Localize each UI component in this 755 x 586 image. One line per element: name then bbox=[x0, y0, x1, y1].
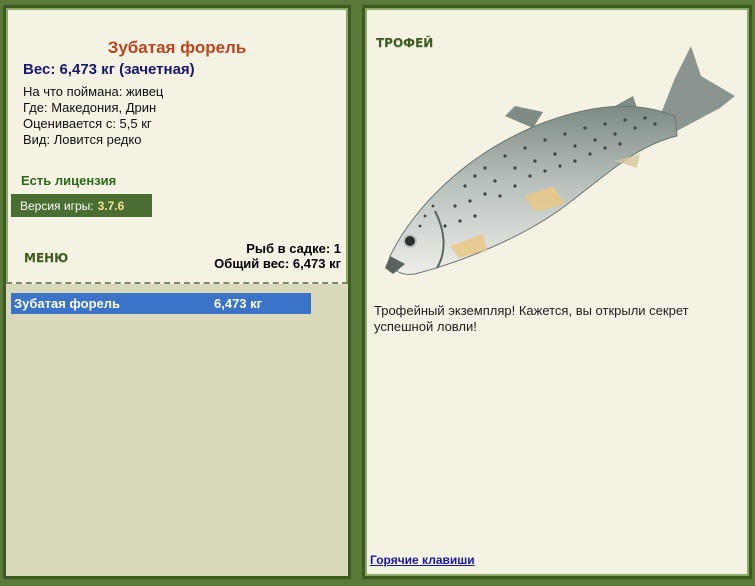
version-box: Версия игры: 3.7.6 bbox=[11, 194, 152, 217]
location-info: Где: Македония, Дрин bbox=[23, 100, 157, 115]
keepnet-count: Рыб в садке: 1 bbox=[246, 241, 341, 256]
catch-list: Зубатая форель 6,473 кг bbox=[6, 284, 348, 576]
bait-info: На что поймана: живец bbox=[23, 84, 164, 99]
version-number: 3.7.6 bbox=[97, 198, 125, 213]
license-status: Есть лицензия bbox=[21, 173, 117, 188]
trophy-message: Трофейный экземпляр! Кажется, вы открыли… bbox=[374, 303, 689, 334]
catch-row-weight: 6,473 кг bbox=[214, 296, 263, 311]
fish-name-title: Зубатая форель bbox=[107, 38, 247, 57]
trophy-label: ТРОФЕЙ bbox=[376, 36, 434, 50]
menu-button[interactable]: МЕНЮ bbox=[24, 251, 68, 265]
keepnet-stats: Рыб в садке: 1 Общий вес: 6,473 кг bbox=[214, 241, 341, 271]
hotkeys-link[interactable]: Горячие клавиши bbox=[370, 553, 475, 567]
version-label: Версия игры: bbox=[20, 198, 94, 213]
catch-row-name: Зубатая форель bbox=[14, 296, 120, 311]
trout-image bbox=[385, 46, 735, 275]
keepnet-total-weight: Общий вес: 6,473 кг bbox=[214, 256, 341, 271]
trophy-panel: ТРОФЕЙ Трофейный экземпляр! Кажется, вы … bbox=[362, 5, 752, 579]
fish-weight: Вес: 6,473 кг (зачетная) bbox=[23, 61, 195, 78]
rated-from-info: Оценивается с: 5,5 кг bbox=[23, 116, 152, 131]
species-rarity-info: Вид: Ловится редко bbox=[23, 132, 142, 147]
catch-info-panel: Зубатая форель Вес: 6,473 кг (зачетная) … bbox=[3, 5, 351, 579]
catch-list-row[interactable]: Зубатая форель 6,473 кг bbox=[11, 293, 311, 314]
